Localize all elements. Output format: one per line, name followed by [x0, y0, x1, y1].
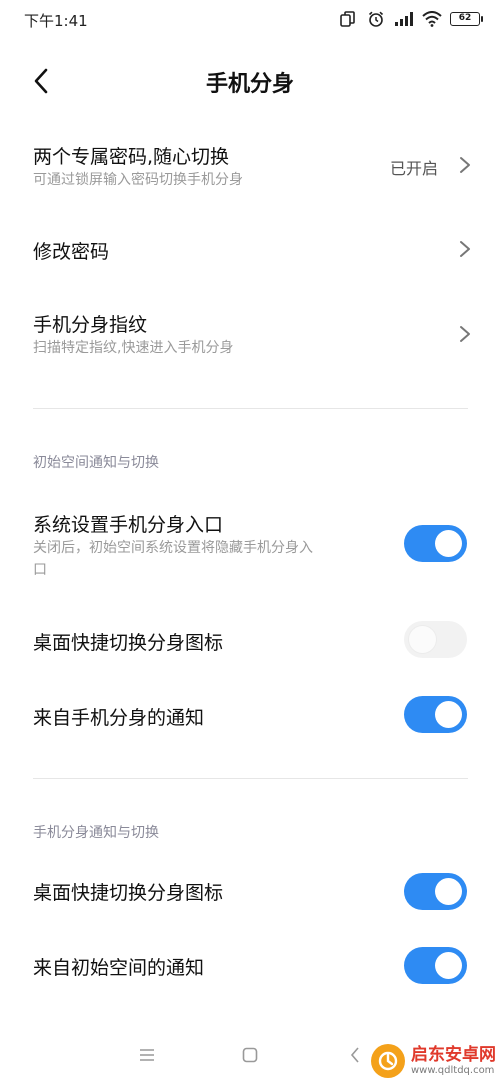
desktop-shortcut-toggle[interactable]	[404, 621, 467, 658]
title-bar: 手机分身	[0, 52, 500, 110]
page-title: 手机分身	[205, 72, 294, 97]
battery-icon: 62	[450, 12, 483, 26]
watermark-logo-icon	[371, 1044, 405, 1078]
row-subtitle-line2: 口	[33, 562, 47, 578]
row-desktop-shortcut-2: 桌面快捷切换分身图标	[0, 862, 500, 918]
home-icon	[242, 1047, 258, 1063]
row-settings-entry: 系统设置手机分身入口 关闭后，初始空间系统设置将隐藏手机分身入 口	[0, 498, 500, 594]
menu-icon	[140, 1049, 154, 1061]
signal-icon	[394, 10, 414, 28]
row-desktop-shortcut: 桌面快捷切换分身图标	[0, 612, 500, 668]
back-nav-button[interactable]	[340, 1040, 370, 1070]
status-bar: 下午1:41 62	[0, 0, 500, 42]
divider	[33, 778, 468, 779]
row-origin-notifications: 来自初始空间的通知	[0, 937, 500, 993]
toggle-knob	[409, 626, 436, 653]
origin-notifications-toggle[interactable]	[404, 947, 467, 984]
chevron-right-icon	[460, 157, 470, 173]
watermark: 启东安卓网 www.qdltdq.com	[371, 1044, 496, 1078]
watermark-url: www.qdltdq.com	[411, 1065, 495, 1076]
section-header: 初始空间通知与切换	[33, 455, 159, 471]
row-subtitle: 扫描特定指纹,快速进入手机分身	[33, 340, 234, 356]
menu-button[interactable]	[132, 1040, 162, 1070]
row-title: 系统设置手机分身入口	[33, 514, 224, 536]
row-title: 两个专属密码,随心切换	[33, 146, 230, 168]
row-clone-notifications: 来自手机分身的通知	[0, 687, 500, 743]
back-nav-icon	[350, 1047, 359, 1063]
row-subtitle-line1: 关闭后，初始空间系统设置将隐藏手机分身入	[33, 540, 313, 556]
section-header: 手机分身通知与切换	[33, 825, 159, 841]
chevron-right-icon	[460, 241, 470, 257]
toggle-knob	[435, 952, 462, 979]
watermark-text: 启东安卓网 www.qdltdq.com	[411, 1045, 496, 1077]
row-title: 来自手机分身的通知	[33, 707, 205, 729]
watermark-title: 启东安卓网	[411, 1045, 496, 1065]
desktop-shortcut-toggle-2[interactable]	[404, 873, 467, 910]
toggle-knob	[435, 530, 462, 557]
home-button[interactable]	[235, 1040, 265, 1070]
dual-app-icon	[338, 10, 358, 28]
settings-entry-toggle[interactable]	[404, 525, 467, 562]
divider	[33, 408, 468, 409]
toggle-knob	[435, 878, 462, 905]
row-title: 桌面快捷切换分身图标	[33, 632, 224, 654]
alarm-icon	[366, 10, 386, 28]
row-title: 修改密码	[33, 241, 110, 263]
row-fingerprint[interactable]: 手机分身指纹 扫描特定指纹,快速进入手机分身	[0, 298, 500, 378]
row-status-value: 已开启	[389, 159, 438, 178]
row-title: 桌面快捷切换分身图标	[33, 882, 224, 904]
row-title: 手机分身指纹	[33, 314, 148, 336]
row-change-password[interactable]: 修改密码	[0, 225, 500, 277]
status-time: 下午1:41	[24, 12, 88, 30]
row-dual-password[interactable]: 两个专属密码,随心切换 可通过锁屏输入密码切换手机分身 已开启	[0, 130, 500, 210]
toggle-knob	[435, 701, 462, 728]
status-icons: 62	[338, 10, 483, 28]
row-subtitle: 可通过锁屏输入密码切换手机分身	[33, 172, 243, 188]
wifi-icon	[422, 10, 442, 28]
clone-notifications-toggle[interactable]	[404, 696, 467, 733]
row-title: 来自初始空间的通知	[33, 957, 205, 979]
chevron-right-icon	[460, 326, 470, 342]
